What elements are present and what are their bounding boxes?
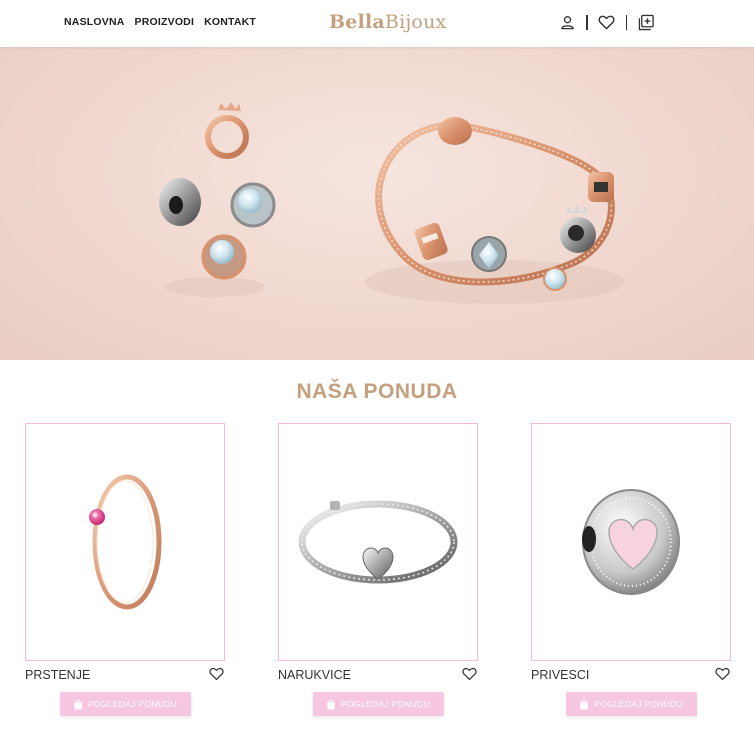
user-icon[interactable] [558, 13, 576, 31]
add-to-cart-icon[interactable] [637, 13, 655, 31]
header-divider [586, 14, 588, 30]
product-name: NARUKVICE [278, 668, 351, 682]
nav-proizvodi[interactable]: PROIZVODI [135, 16, 195, 28]
heart-icon[interactable] [598, 13, 616, 31]
product-image-charm[interactable] [531, 423, 731, 661]
hero-jewelry-image [159, 102, 625, 304]
view-offer-label: POGLEDAJ PONUDU [340, 699, 431, 709]
view-offer-button[interactable]: POGLEDAJ PONUDU [565, 692, 697, 716]
brand-logo[interactable]: BellaBijoux [329, 11, 446, 33]
product-card-prstenje: PRSTENJE POGLEDAJ PONUDU [25, 423, 225, 716]
site-header: NASLOVNA PROIZVODI KONTAKT BellaBijoux [0, 0, 754, 47]
shopping-bag-icon [579, 699, 588, 709]
view-offer-label: POGLEDAJ PONUDU [87, 699, 178, 709]
product-image-ring[interactable] [25, 423, 225, 661]
view-offer-label: POGLEDAJ PONUDU [593, 699, 684, 709]
product-name: PRSTENJE [25, 668, 91, 682]
product-card-privesci: PRIVESCI POGLEDAJ PONUDU [531, 423, 731, 716]
section-title: NAŠA PONUDA [296, 380, 458, 403]
shopping-bag-icon [73, 699, 82, 709]
nav-naslovna[interactable]: NASLOVNA [64, 16, 125, 28]
logo-part-bijoux: Bijoux [384, 11, 447, 33]
header-icons [558, 13, 655, 31]
hero-banner [0, 47, 754, 360]
view-offer-button[interactable]: POGLEDAJ PONUDU [59, 692, 191, 716]
favorite-heart-icon[interactable] [209, 667, 225, 683]
product-name: PRIVESCI [531, 668, 590, 682]
main-nav: NASLOVNA PROIZVODI KONTAKT [64, 16, 256, 28]
logo-part-bella: Bella [329, 11, 385, 33]
product-card-narukvice: NARUKVICE POGLEDAJ PONUDU [278, 423, 478, 716]
shopping-bag-icon [326, 699, 335, 709]
nav-kontakt[interactable]: KONTAKT [204, 16, 256, 28]
header-divider [625, 14, 627, 30]
view-offer-button[interactable]: POGLEDAJ PONUDU [312, 692, 444, 716]
product-image-bracelet[interactable] [278, 423, 478, 661]
favorite-heart-icon[interactable] [715, 667, 731, 683]
favorite-heart-icon[interactable] [462, 667, 478, 683]
